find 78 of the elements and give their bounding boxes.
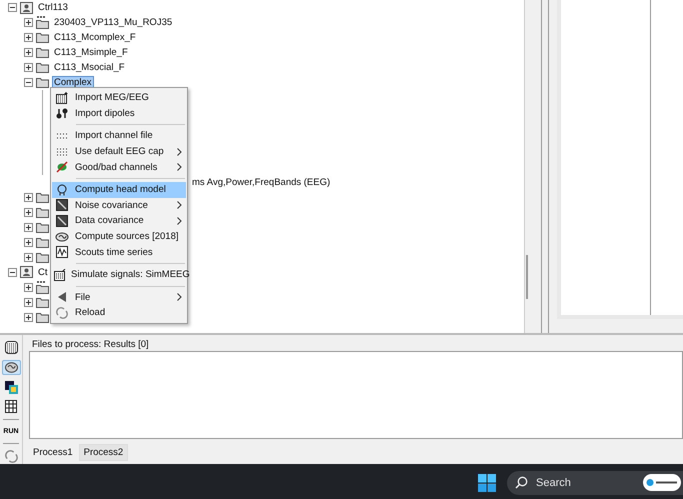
grid-icon bbox=[4, 341, 18, 354]
raw-folder-icon bbox=[36, 16, 49, 29]
menu-item[interactable]: Scouts time series bbox=[52, 244, 186, 260]
expander-icon[interactable] bbox=[24, 252, 33, 262]
tab[interactable]: Process2 bbox=[78, 444, 128, 461]
folder-icon bbox=[36, 206, 49, 218]
dots-icon bbox=[56, 130, 68, 141]
reload-icon bbox=[4, 450, 18, 463]
expander-icon[interactable] bbox=[24, 192, 33, 202]
toolbar-button[interactable] bbox=[2, 360, 20, 376]
folder-icon bbox=[36, 77, 49, 88]
folder-icon bbox=[36, 236, 49, 248]
folder-icon bbox=[36, 252, 49, 262]
tree-item[interactable]: Ctrl113 bbox=[36, 1, 70, 14]
tree-item[interactable]: 230403_VP113_Mu_ROJ35 bbox=[52, 16, 174, 29]
menu-item[interactable]: Import dipoles bbox=[52, 106, 186, 122]
head-icon bbox=[56, 184, 68, 196]
expander-icon[interactable] bbox=[8, 268, 17, 276]
expander-icon[interactable] bbox=[24, 238, 33, 246]
dots-icon bbox=[56, 146, 68, 157]
expander-icon[interactable] bbox=[24, 312, 33, 322]
scrollbar-thumb[interactable] bbox=[526, 255, 528, 299]
tab[interactable]: Process1 bbox=[29, 444, 77, 461]
colormap-icon bbox=[4, 380, 18, 394]
grid-icon bbox=[56, 92, 68, 104]
search-icon bbox=[515, 476, 528, 489]
panel-title: Files to process: Results [0] bbox=[32, 339, 150, 351]
dipole-icon bbox=[56, 107, 68, 120]
reload-icon bbox=[56, 306, 68, 319]
menu-item[interactable]: Data covariance bbox=[52, 213, 186, 229]
tree-item[interactable]: C113_Msimple_F bbox=[52, 46, 130, 59]
grid-icon bbox=[54, 268, 66, 281]
expander-icon[interactable] bbox=[24, 78, 33, 87]
tree-item[interactable]: C113_Mcomplex_F bbox=[52, 31, 138, 44]
tree-item[interactable]: Ct bbox=[36, 266, 50, 278]
file-icon bbox=[56, 291, 68, 304]
subject-icon bbox=[20, 2, 33, 14]
marker-icon bbox=[56, 161, 68, 174]
menu-item[interactable]: Import MEG/EEG bbox=[52, 90, 186, 106]
expander-icon[interactable] bbox=[24, 298, 33, 306]
file-list[interactable] bbox=[29, 351, 683, 439]
menu-item[interactable]: Compute head model bbox=[52, 182, 186, 198]
tree-item[interactable]: C113_Msocial_F bbox=[52, 61, 127, 74]
start-icon[interactable] bbox=[478, 474, 496, 492]
folder-icon bbox=[36, 222, 49, 232]
search-field[interactable]: Search bbox=[534, 476, 628, 490]
menu-item[interactable]: Good/bad channels bbox=[52, 159, 186, 175]
search-highlight-icon bbox=[643, 474, 681, 491]
search-box[interactable]: Search bbox=[507, 470, 683, 494]
expander-icon[interactable] bbox=[24, 33, 33, 42]
matrix-icon bbox=[56, 214, 68, 227]
expander-icon[interactable] bbox=[24, 282, 33, 292]
tree-item[interactable]: ms Avg,Power,FreqBands (EEG) bbox=[190, 176, 332, 188]
brain-icon bbox=[55, 232, 69, 242]
menu-item[interactable]: Import channel file bbox=[52, 128, 186, 144]
matrix-icon bbox=[5, 400, 17, 414]
raw-folder-icon bbox=[36, 280, 49, 294]
matrix-icon bbox=[56, 199, 68, 212]
menu-item[interactable]: Noise covariance bbox=[52, 198, 186, 214]
menu-item[interactable]: Use default EEG cap bbox=[52, 144, 186, 160]
expander-icon[interactable] bbox=[24, 222, 33, 232]
subject-icon bbox=[20, 266, 33, 278]
menu-item[interactable]: Compute sources [2018] bbox=[52, 228, 186, 244]
expander-icon[interactable] bbox=[24, 18, 33, 27]
folder-icon bbox=[36, 296, 49, 308]
signal-icon bbox=[56, 246, 68, 258]
folder-icon bbox=[36, 192, 49, 202]
folder-icon bbox=[36, 62, 49, 73]
expander-icon[interactable] bbox=[24, 48, 33, 57]
expander-icon[interactable] bbox=[24, 208, 33, 216]
folder-icon bbox=[36, 32, 49, 43]
folder-icon bbox=[36, 47, 49, 58]
menu-item[interactable]: Reload bbox=[52, 305, 186, 321]
expander-icon[interactable] bbox=[24, 63, 33, 72]
menu-item[interactable]: File bbox=[52, 290, 186, 306]
folder-icon bbox=[36, 312, 49, 322]
expander-icon[interactable] bbox=[8, 3, 17, 12]
brain-icon bbox=[4, 362, 18, 373]
